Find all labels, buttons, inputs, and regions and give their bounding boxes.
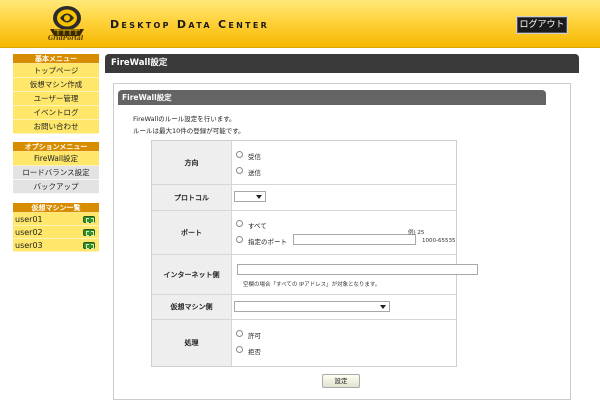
port-example-2: 1000-65535 [422,238,456,244]
direction-receive-radio[interactable] [236,151,243,158]
action-allow-radio[interactable] [236,330,243,337]
logo-text: GridPortal [48,35,84,42]
basic-menu-title: 基本メニュー [13,54,99,64]
vm-side-select[interactable] [234,301,390,312]
action-label: 処理 [152,320,232,366]
direction-receive-label: 受信 [248,153,261,161]
description-line-2: ルールは最大10件の登録が可能です。 [133,127,245,135]
vm-item-user03[interactable]: user03 [13,239,99,252]
direction-label: 方向 [152,141,232,184]
port-example-1: 例) 25 [408,230,425,236]
chevron-down-icon [256,195,262,199]
vm-item-user02[interactable]: user02 [13,226,99,239]
menu-item-user-management[interactable]: ユーザー管理 [13,92,99,106]
menu-item-contact[interactable]: お問い合わせ [13,120,99,134]
protocol-select[interactable] [234,191,266,202]
menu-item-backup[interactable]: バックアップ [13,180,99,194]
vm-item-label: user01 [15,215,43,224]
option-menu-title: オプションメニュー [13,142,99,152]
protocol-label: プロトコル [152,185,232,210]
row-port: ポート すべて 指定のポート 例) 25 1000-65535 [152,211,456,255]
basic-menu: 基本メニュー トップページ 仮想マシン作成 ユーザー管理 イベントログ お問い合… [13,54,99,134]
description-line-1: FireWallのルール設定を行います。 [133,115,236,123]
site-title: Desktop Data Center [110,18,270,31]
header-bar: GridPortal Desktop Data Center ログアウト [0,0,600,48]
vm-side-label: 仮想マシン側 [152,295,232,319]
action-deny-radio[interactable] [236,346,243,353]
internet-side-hint: 空欄の場合「すべての IPアドレス」が対象となります。 [243,282,381,288]
menu-item-create-vm[interactable]: 仮想マシン作成 [13,78,99,92]
menu-item-load-balance[interactable]: ロードバランス設定 [13,166,99,180]
port-all-label: すべて [248,222,267,230]
port-all-radio[interactable] [236,220,243,227]
direction-send-label: 送信 [248,169,261,177]
action-allow-label: 許可 [248,332,261,340]
page: GridPortal Desktop Data Center ログアウト 基本メ… [0,0,600,400]
page-title: FireWall設定 [105,54,579,73]
row-action: 処理 許可 拒否 [152,320,456,366]
vm-list-title: 仮想マシン一覧 [13,203,99,213]
direction-send-radio[interactable] [236,167,243,174]
internet-side-label: インターネット側 [152,255,232,294]
row-vm-side: 仮想マシン側 [152,295,456,320]
row-protocol: プロトコル [152,185,456,211]
row-internet-side: インターネット側 空欄の場合「すべての IPアドレス」が対象となります。 [152,255,478,295]
submit-button[interactable]: 設定 [322,374,360,388]
port-specific-label: 指定のポート [248,238,287,246]
panel-title: FireWall設定 [118,90,546,105]
server-status-icon [83,229,95,236]
port-label: ポート [152,211,232,254]
chevron-down-icon [380,305,386,309]
vm-list: 仮想マシン一覧 user01 user02 user03 [13,203,99,252]
server-status-icon [83,242,95,249]
menu-item-event-log[interactable]: イベントログ [13,106,99,120]
action-deny-label: 拒否 [248,348,261,356]
menu-item-top-page[interactable]: トップページ [13,64,99,78]
port-specific-radio[interactable] [236,236,243,243]
logout-button[interactable]: ログアウト [516,16,568,34]
internet-side-input[interactable] [237,264,478,275]
vm-item-label: user03 [15,241,43,250]
firewall-rule-form: 方向 受信 送信 プロトコル ポート すべて 指定のポート 例) 25 1000… [151,140,478,367]
vm-item-label: user02 [15,228,43,237]
vm-item-user01[interactable]: user01 [13,213,99,226]
menu-item-firewall[interactable]: FireWall設定 [13,152,99,166]
server-status-icon [83,216,95,223]
option-menu: オプションメニュー FireWall設定 ロードバランス設定 バックアップ [13,142,99,194]
port-input[interactable] [293,234,416,245]
row-direction: 方向 受信 送信 [152,141,456,185]
